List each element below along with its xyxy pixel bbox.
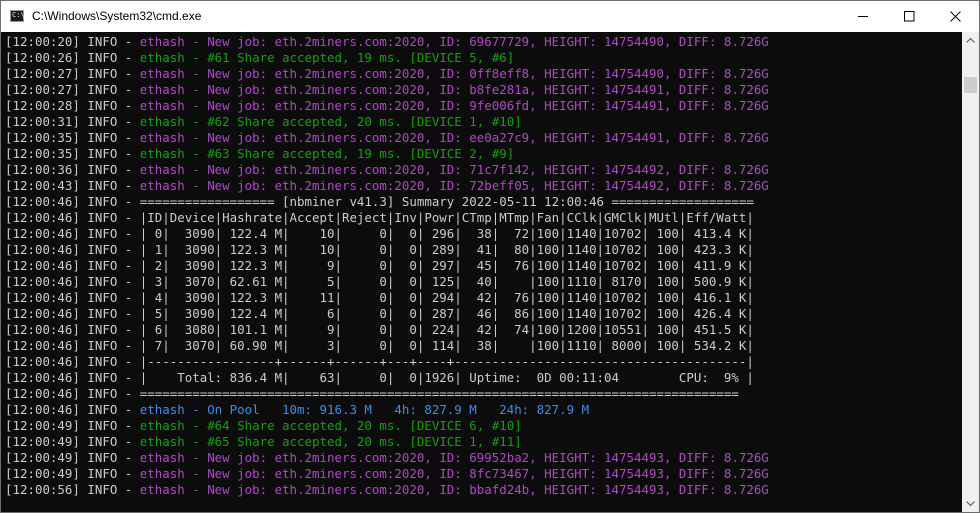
- console-text: [12:00:35] INFO -: [5, 130, 140, 145]
- console-magenta-text: ethash - New job: eth.2miners.com:2020, …: [139, 178, 769, 193]
- console-green-text: ethash - #65 Share accepted, 20 ms. [DEV…: [139, 434, 522, 449]
- console-line: [12:00:46] INFO - |-----------------+---…: [5, 354, 754, 370]
- minimize-icon: [858, 16, 868, 17]
- console-line: [12:00:43] INFO - ethash - New job: eth.…: [5, 178, 769, 194]
- scrollbar-thumb[interactable]: [964, 77, 977, 93]
- console-text: [12:00:27] INFO -: [5, 82, 140, 97]
- chevron-down-icon: [966, 501, 975, 506]
- console-text: [12:00:28] INFO -: [5, 98, 140, 113]
- cmd-app-icon[interactable]: C:\: [10, 10, 25, 22]
- console-line: [12:00:46] INFO - | 1| 3090| 122.3 M| 10…: [5, 242, 754, 258]
- console-text: [12:00:36] INFO -: [5, 162, 140, 177]
- console-text: [12:00:20] INFO -: [5, 34, 140, 49]
- console-text: [12:00:49] INFO -: [5, 434, 140, 449]
- console-line: [12:00:46] INFO - ======================…: [5, 386, 739, 402]
- console-text: [12:00:46] INFO - | Total: 836.4 M| 63| …: [5, 370, 754, 385]
- close-button[interactable]: [933, 1, 979, 32]
- console-text: [12:00:46] INFO - | 4| 3090| 122.3 M| 11…: [5, 290, 754, 305]
- console-line: [12:00:56] INFO - ethash - New job: eth.…: [5, 482, 769, 498]
- console-line: [12:00:46] INFO - | Total: 836.4 M| 63| …: [5, 370, 754, 386]
- console-line: [12:00:49] INFO - ethash - #64 Share acc…: [5, 418, 522, 434]
- console-line: [12:00:49] INFO - ethash - New job: eth.…: [5, 450, 769, 466]
- console-line: [12:00:46] INFO - ethash - On Pool 10m: …: [5, 402, 589, 418]
- console-line: [12:00:46] INFO - | 0| 3090| 122.4 M| 10…: [5, 226, 754, 242]
- console-green-text: ethash - #63 Share accepted, 19 ms. [DEV…: [139, 146, 515, 161]
- console-magenta-text: ethash - New job: eth.2miners.com:2020, …: [139, 34, 769, 49]
- console-magenta-text: ethash - New job: eth.2miners.com:2020, …: [139, 130, 769, 145]
- console-line: [12:00:49] INFO - ethash - #65 Share acc…: [5, 434, 522, 450]
- cmd-app-icon-text: C:\: [12, 11, 25, 19]
- console-line: [12:00:36] INFO - ethash - New job: eth.…: [5, 162, 769, 178]
- console-text: [12:00:46] INFO - | 7| 3070| 60.90 M| 3|…: [5, 338, 754, 353]
- console-line: [12:00:49] INFO - ethash - New job: eth.…: [5, 466, 769, 482]
- console-text: [12:00:46] INFO - ======================…: [5, 386, 739, 401]
- console-magenta-text: ethash - New job: eth.2miners.com:2020, …: [139, 450, 769, 465]
- console-text: [12:00:49] INFO -: [5, 418, 140, 433]
- console-text: [12:00:49] INFO -: [5, 450, 140, 465]
- minimize-button[interactable]: [841, 1, 887, 32]
- maximize-icon: [904, 11, 915, 22]
- console-text: [12:00:46] INFO - | 0| 3090| 122.4 M| 10…: [5, 226, 754, 241]
- console-magenta-text: ethash - New job: eth.2miners.com:2020, …: [139, 98, 769, 113]
- console-line: [12:00:27] INFO - ethash - New job: eth.…: [5, 82, 769, 98]
- close-icon: [950, 11, 961, 22]
- console-blue-text: ethash - On Pool 10m: 916.3 M 4h: 827.9 …: [139, 402, 590, 417]
- console-green-text: ethash - #62 Share accepted, 20 ms. [DEV…: [139, 114, 522, 129]
- vertical-scrollbar[interactable]: [962, 32, 979, 512]
- window-title: C:\Windows\System32\cmd.exe: [32, 9, 202, 23]
- console-line: [12:00:35] INFO - ethash - New job: eth.…: [5, 130, 769, 146]
- console-line: [12:00:46] INFO - ================== [nb…: [5, 194, 754, 210]
- console-magenta-text: ethash - New job: eth.2miners.com:2020, …: [139, 482, 769, 497]
- console-green-text: ethash - #61 Share accepted, 19 ms. [DEV…: [139, 50, 515, 65]
- console-line: [12:00:31] INFO - ethash - #62 Share acc…: [5, 114, 522, 130]
- console-line: [12:00:46] INFO - | 6| 3080| 101.1 M| 9|…: [5, 322, 754, 338]
- console-text: [12:00:46] INFO - | 6| 3080| 101.1 M| 9|…: [5, 322, 754, 337]
- console-line: [12:00:35] INFO - ethash - #63 Share acc…: [5, 146, 514, 162]
- cmd-window: C:\ C:\Windows\System32\cmd.exe [12:00:2…: [0, 0, 980, 513]
- console-text: [12:00:31] INFO -: [5, 114, 140, 129]
- console-line: [12:00:46] INFO - | 2| 3090| 122.3 M| 9|…: [5, 258, 754, 274]
- console-magenta-text: ethash - New job: eth.2miners.com:2020, …: [139, 82, 769, 97]
- console-line: [12:00:28] INFO - ethash - New job: eth.…: [5, 98, 769, 114]
- console-line: [12:00:27] INFO - ethash - New job: eth.…: [5, 66, 769, 82]
- scroll-up-button[interactable]: [962, 32, 979, 49]
- console-text: [12:00:43] INFO -: [5, 178, 140, 193]
- console-line: [12:00:46] INFO - | 7| 3070| 60.90 M| 3|…: [5, 338, 754, 354]
- console-line: [12:00:46] INFO - |ID|Device|Hashrate|Ac…: [5, 210, 754, 226]
- console-line: [12:00:46] INFO - | 5| 3090| 122.4 M| 6|…: [5, 306, 754, 322]
- console-text: [12:00:49] INFO -: [5, 466, 140, 481]
- console-text: [12:00:46] INFO -: [5, 402, 140, 417]
- console-line: [12:00:46] INFO - | 4| 3090| 122.3 M| 11…: [5, 290, 754, 306]
- console-output[interactable]: [12:00:20] INFO - ethash - New job: eth.…: [1, 32, 962, 512]
- chevron-up-icon: [966, 38, 975, 43]
- console-text: [12:00:27] INFO -: [5, 66, 140, 81]
- console-magenta-text: ethash - New job: eth.2miners.com:2020, …: [139, 466, 769, 481]
- console-magenta-text: ethash - New job: eth.2miners.com:2020, …: [139, 66, 769, 81]
- console-text: [12:00:46] INFO - ================== [nb…: [5, 194, 754, 209]
- console-green-text: ethash - #64 Share accepted, 20 ms. [DEV…: [139, 418, 522, 433]
- console-text: [12:00:56] INFO -: [5, 482, 140, 497]
- console-line: [12:00:26] INFO - ethash - #61 Share acc…: [5, 50, 514, 66]
- console-line: [12:00:20] INFO - ethash - New job: eth.…: [5, 34, 769, 50]
- console-text: [12:00:46] INFO - | 2| 3090| 122.3 M| 9|…: [5, 258, 754, 273]
- console-text: [12:00:46] INFO - | 1| 3090| 122.3 M| 10…: [5, 242, 754, 257]
- maximize-button[interactable]: [887, 1, 933, 32]
- console-text: [12:00:26] INFO -: [5, 50, 140, 65]
- console-magenta-text: ethash - New job: eth.2miners.com:2020, …: [139, 162, 769, 177]
- console-text: [12:00:46] INFO - |ID|Device|Hashrate|Ac…: [5, 210, 754, 225]
- console-text: [12:00:46] INFO - | 3| 3070| 62.61 M| 5|…: [5, 274, 754, 289]
- console-text: [12:00:35] INFO -: [5, 146, 140, 161]
- console-line: [12:00:46] INFO - | 3| 3070| 62.61 M| 5|…: [5, 274, 754, 290]
- title-bar[interactable]: C:\ C:\Windows\System32\cmd.exe: [1, 1, 979, 32]
- console-text: [12:00:46] INFO - |-----------------+---…: [5, 354, 754, 369]
- console-text: [12:00:46] INFO - | 5| 3090| 122.4 M| 6|…: [5, 306, 754, 321]
- scroll-down-button[interactable]: [962, 495, 979, 512]
